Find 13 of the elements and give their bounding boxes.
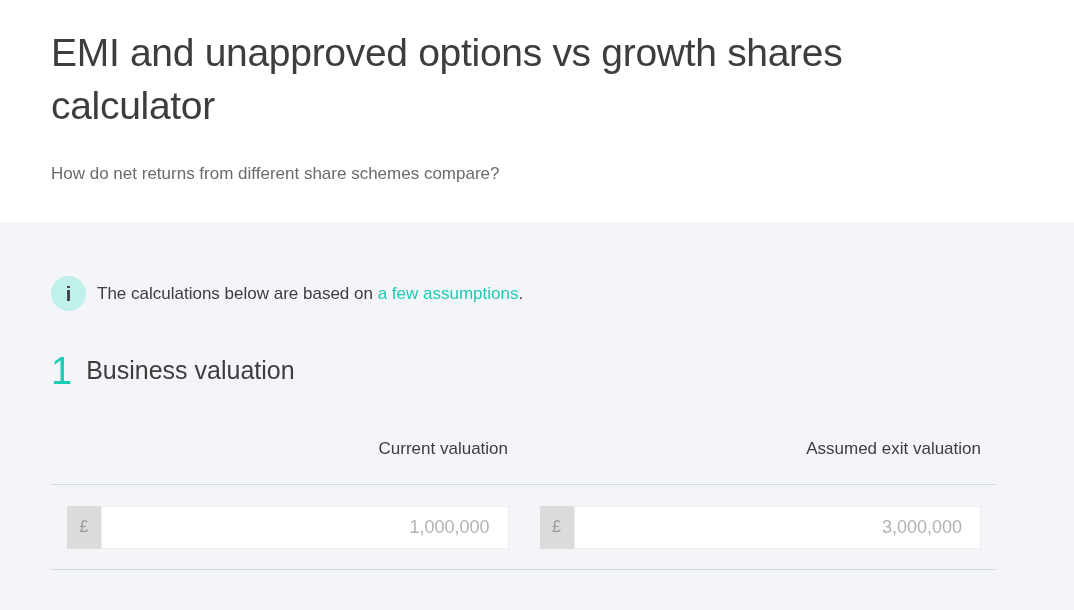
currency-prefix: £: [539, 505, 574, 549]
page-subtitle: How do net returns from different share schemes compare?: [51, 163, 500, 185]
info-icon: i: [51, 276, 86, 311]
section-title: Business valuation: [86, 355, 295, 387]
field-label: Current valuation: [378, 438, 508, 460]
page-title: EMI and unapproved options vs growth shares calculator: [51, 30, 844, 129]
section-number: 1: [51, 351, 73, 391]
currency-prefix: £: [67, 505, 101, 549]
assumptions-link[interactable]: a few assumptions: [377, 283, 519, 303]
valuation-field[interactable]: 3,000,000: [573, 505, 981, 549]
field-label: Assumed exit valuation: [806, 438, 981, 460]
valuation-field[interactable]: 1,000,000: [101, 505, 509, 549]
info-text: The calculations below are based on a few assumptions.: [97, 282, 524, 305]
